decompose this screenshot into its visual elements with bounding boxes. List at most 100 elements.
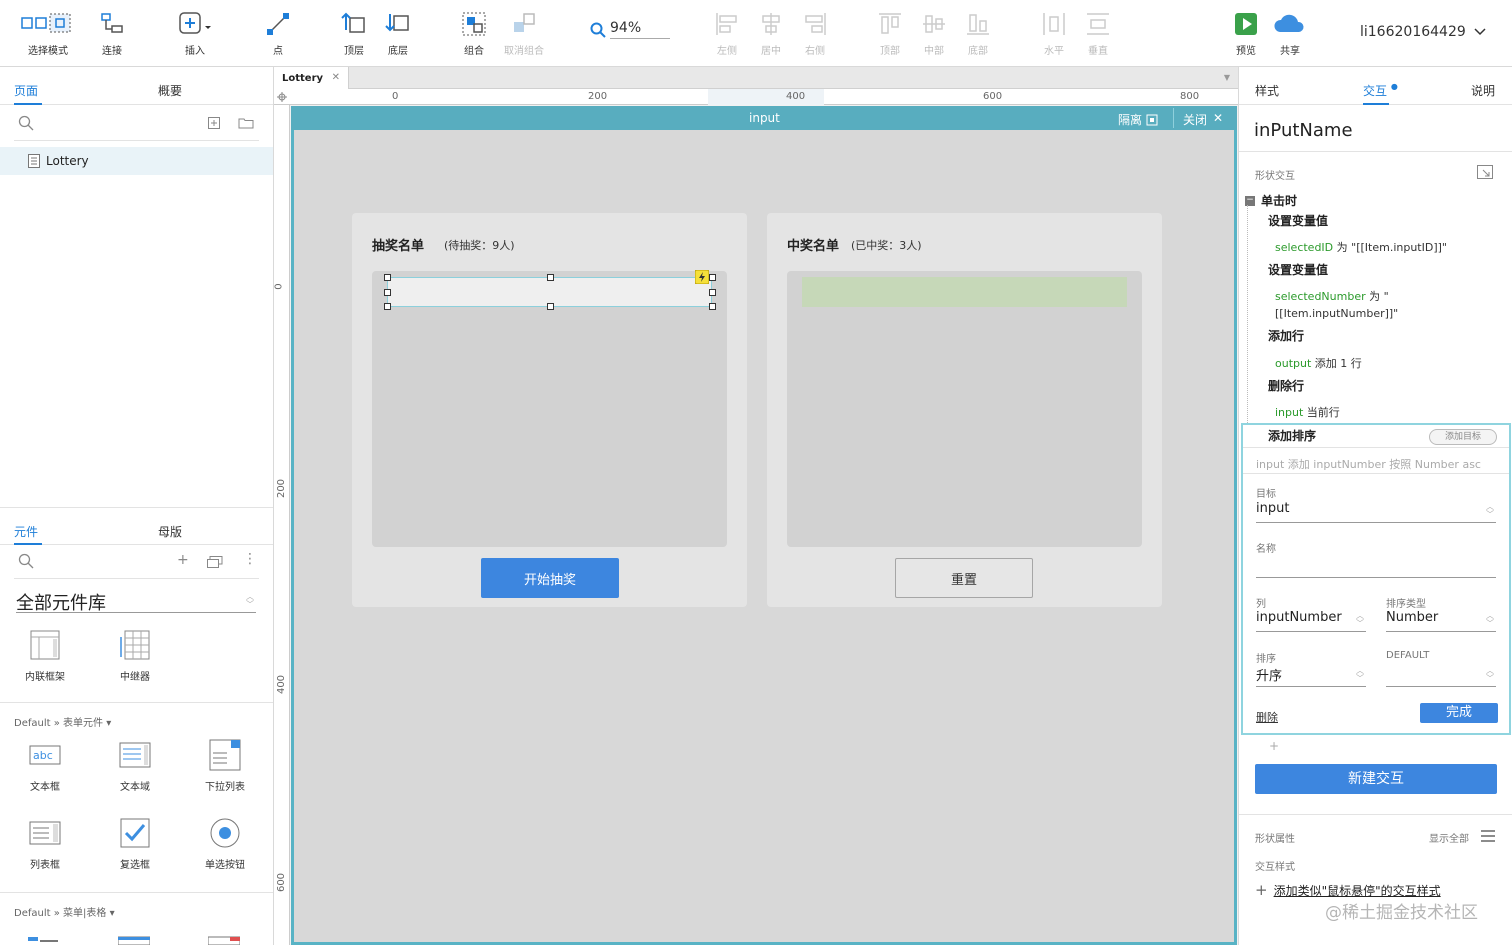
inline-frame-icon: [30, 630, 60, 660]
share-button[interactable]: 共享: [1260, 10, 1320, 57]
action-detail[interactable]: output 添加 1 行: [1275, 355, 1362, 371]
column-select[interactable]: inputNumber ︿ ﹀: [1256, 610, 1366, 632]
interaction-styles-heading: 交互样式: [1255, 862, 1295, 873]
close-frame-button[interactable]: 关闭 ✕: [1183, 111, 1223, 128]
show-all-link[interactable]: 显示全部: [1429, 830, 1469, 845]
interaction-lightning-icon[interactable]: [695, 270, 709, 284]
target-select[interactable]: input ︿ ﹀: [1256, 501, 1496, 523]
insert-button[interactable]: 插入: [165, 10, 225, 57]
doc-tab-lottery[interactable]: Lottery ✕: [274, 67, 349, 89]
search-icon[interactable]: [18, 553, 34, 569]
tab-interactions[interactable]: 交互 ●: [1363, 82, 1398, 99]
action-detail[interactable]: selectedNumber 为 "[[Item.inputNumber]]": [1275, 288, 1445, 322]
divider: [14, 578, 259, 579]
zoom-value[interactable]: 94%: [610, 20, 670, 39]
widget-name[interactable]: inPutName: [1254, 120, 1353, 141]
action-detail[interactable]: selectedID 为 "[[Item.inputID]]": [1275, 239, 1505, 255]
widget-text-area[interactable]: 文本域: [104, 739, 166, 793]
tabs-dropdown-icon[interactable]: ▼: [1224, 73, 1230, 82]
start-lottery-button[interactable]: 开始抽奖: [481, 558, 619, 598]
isolate-button[interactable]: 隔离: [1118, 111, 1158, 128]
align-right-button[interactable]: 右侧: [785, 10, 845, 57]
resize-handle[interactable]: [547, 303, 554, 310]
add-interaction-style-link[interactable]: + 添加类似"鼠标悬停"的交互样式: [1255, 881, 1441, 899]
resize-handle[interactable]: [384, 303, 391, 310]
add-library-icon[interactable]: +: [177, 552, 189, 568]
tab-notes[interactable]: 说明: [1471, 82, 1495, 99]
resize-handle[interactable]: [547, 274, 554, 281]
widget-list-box[interactable]: 列表框: [14, 817, 76, 871]
tab-masters[interactable]: 母版: [158, 523, 182, 540]
action-set-variable-1[interactable]: 设置变量值: [1268, 212, 1328, 229]
ungroup-button[interactable]: 取消组合: [494, 10, 554, 57]
default-select[interactable]: ︿ ﹀: [1386, 665, 1496, 687]
list-menu-icon[interactable]: [1481, 830, 1495, 842]
tab-style[interactable]: 样式: [1255, 82, 1279, 99]
resize-handle[interactable]: [384, 289, 391, 296]
action-add-row[interactable]: 添加行: [1268, 327, 1304, 344]
delete-link[interactable]: 删除: [1256, 709, 1278, 725]
send-to-back-button[interactable]: 底层: [368, 10, 428, 57]
ruler-label: 600: [983, 91, 1003, 102]
search-icon[interactable]: [18, 115, 34, 131]
library-copy-icon[interactable]: [207, 556, 223, 568]
widget-radio-button[interactable]: 单选按钮: [194, 817, 256, 871]
select-mode-button[interactable]: 选择模式: [18, 10, 78, 57]
resize-handle[interactable]: [709, 289, 716, 296]
event-onclick[interactable]: − 单击时: [1245, 192, 1297, 209]
tab-outline[interactable]: 概要: [158, 82, 182, 99]
resize-handle[interactable]: [709, 303, 716, 310]
add-folder-icon[interactable]: [238, 117, 254, 129]
widget-repeater[interactable]: 中继器: [104, 629, 166, 683]
lottery-list-panel: 抽奖名单 (待抽奖：9人): [352, 213, 747, 607]
sort-type-label: 排序类型: [1386, 599, 1426, 610]
panel-subtitle: (待抽奖：9人): [444, 239, 515, 252]
section-menus-header[interactable]: Default » 菜单|表格 ▾: [14, 904, 115, 919]
tab-widgets[interactable]: 元件: [14, 523, 38, 540]
close-icon[interactable]: ✕: [332, 72, 340, 83]
canvas-area[interactable]: Lottery ✕ ▼ 0 200 400 600 800 0 200 400 6…: [274, 67, 1238, 945]
order-select[interactable]: 升序 ︿ ﹀: [1256, 665, 1366, 687]
add-action-icon[interactable]: +: [1269, 739, 1279, 753]
name-label: 名称: [1256, 544, 1276, 555]
sort-summary: input 添加 inputNumber 按照 Number asc: [1256, 458, 1481, 471]
new-interaction-button[interactable]: 新建交互: [1255, 764, 1497, 794]
add-target-button[interactable]: 添加目标: [1429, 429, 1497, 445]
distribute-vertical-button[interactable]: 垂直: [1068, 10, 1128, 57]
point-button[interactable]: 点: [248, 10, 308, 57]
add-page-icon[interactable]: [208, 117, 220, 129]
section-forms-header[interactable]: Default » 表单元件 ▾: [14, 714, 111, 729]
connect-button[interactable]: 连接: [82, 10, 142, 57]
tab-interactions-label: 交互: [1363, 84, 1388, 98]
collapse-icon[interactable]: −: [1245, 195, 1255, 206]
resize-handle[interactable]: [384, 274, 391, 281]
action-set-variable-2[interactable]: 设置变量值: [1268, 261, 1328, 278]
ruler-label: 800: [1180, 91, 1200, 102]
menu-icon[interactable]: [208, 933, 240, 945]
reset-button[interactable]: 重置: [895, 558, 1033, 598]
action-delete-row[interactable]: 删除行: [1268, 377, 1304, 394]
more-menu-icon[interactable]: ⋮: [243, 551, 257, 567]
library-select[interactable]: 全部元件库 ︿ ﹀: [16, 589, 256, 614]
done-button[interactable]: 完成: [1420, 703, 1498, 723]
tab-pages[interactable]: 页面: [14, 82, 38, 99]
align-bottom-button[interactable]: 底部: [948, 10, 1008, 57]
tree-menu-icon[interactable]: [28, 933, 60, 945]
widget-dropdown[interactable]: 下拉列表: [194, 739, 256, 793]
action-detail[interactable]: input 当前行: [1275, 404, 1340, 420]
interaction-settings-icon[interactable]: [1477, 165, 1493, 179]
user-menu[interactable]: li16620164429: [1360, 24, 1486, 40]
name-input[interactable]: [1256, 556, 1496, 578]
page-icon: [28, 154, 40, 168]
table-icon[interactable]: [118, 933, 150, 945]
page-item-lottery[interactable]: Lottery: [0, 147, 273, 175]
main-toolbar: 选择模式 连接 插入 点 顶层 底层 组合 取消组合 94% 左侧 居中 右侧 …: [0, 0, 1512, 67]
page-item-label: Lottery: [46, 154, 89, 168]
sort-type-select[interactable]: Number ︿ ﹀: [1386, 610, 1496, 632]
widget-text-field[interactable]: abc 文本框: [14, 739, 76, 793]
zoom-control[interactable]: 94%: [590, 20, 670, 39]
resize-handle[interactable]: [709, 274, 716, 281]
widget-inline-frame[interactable]: 内联框架: [14, 629, 76, 683]
winner-list-panel: 中奖名单 (已中奖：3人): [767, 213, 1162, 607]
widget-checkbox[interactable]: 复选框: [104, 817, 166, 871]
